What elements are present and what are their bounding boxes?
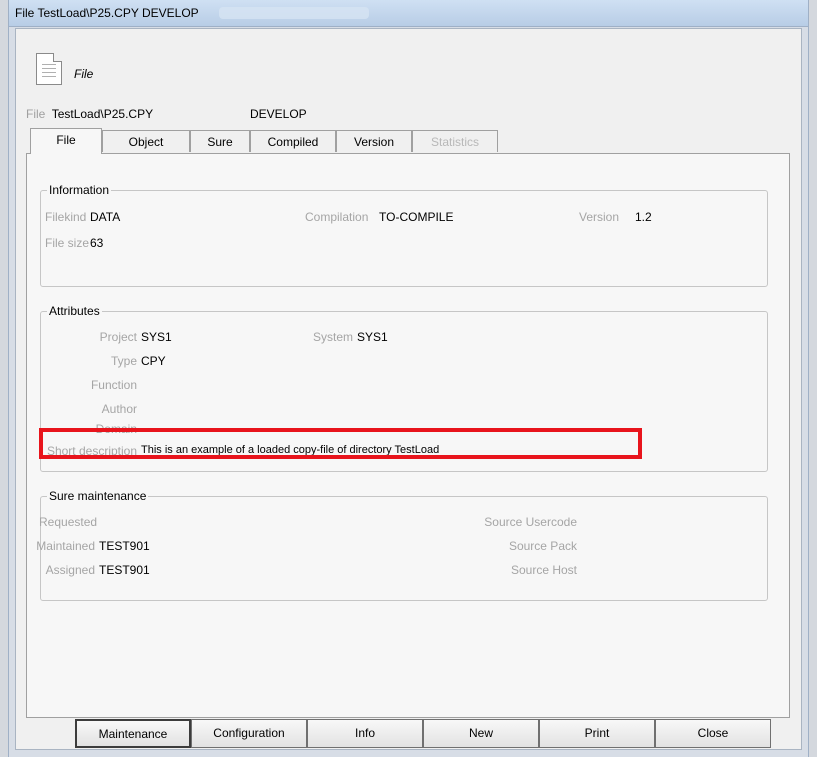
source-pack-label: Source Pack [508, 539, 577, 553]
file-path: TestLoad\P25.CPY [51, 107, 154, 121]
sure-maintenance-title: Sure maintenance [49, 489, 147, 503]
dialog-body: File File TestLoad\P25.CPY DEVELOP File … [15, 28, 802, 750]
author-label: Author [101, 402, 137, 416]
information-group: Information [40, 183, 768, 287]
system-value: SYS1 [357, 330, 388, 344]
type-value: CPY [141, 354, 166, 368]
tab-statistics: Statistics [412, 130, 498, 152]
information-title: Information [49, 183, 110, 197]
version-label: Version [579, 210, 620, 224]
filesize-label: File size [45, 236, 90, 250]
source-host-label: Source Host [510, 563, 577, 577]
info-button[interactable]: Info [307, 719, 423, 748]
compilation-label: Compilation [305, 210, 369, 224]
close-button[interactable]: Close [655, 719, 771, 748]
short-description-highlight [39, 428, 642, 459]
maintained-value: TEST901 [99, 539, 150, 553]
requested-label: Requested [39, 515, 98, 529]
file-window: File TestLoad\P25.CPY DEVELOP File File … [8, 0, 809, 757]
function-label: Function [90, 378, 137, 392]
print-button[interactable]: Print [539, 719, 655, 748]
file-path-line: File TestLoad\P25.CPY DEVELOP [26, 107, 307, 121]
title-bar[interactable]: File TestLoad\P25.CPY DEVELOP [9, 0, 808, 27]
environment-name: DEVELOP [250, 107, 307, 121]
configuration-button[interactable]: Configuration [191, 719, 307, 748]
window-title: File TestLoad\P25.CPY DEVELOP [15, 6, 199, 20]
attributes-title: Attributes [49, 304, 100, 318]
assigned-label: Assigned [45, 563, 95, 577]
new-button[interactable]: New [423, 719, 539, 748]
document-icon [36, 53, 62, 85]
tab-sure[interactable]: Sure [190, 130, 250, 152]
source-usercode-label: Source Usercode [484, 515, 577, 529]
assigned-value: TEST901 [99, 563, 150, 577]
tab-object[interactable]: Object [102, 130, 190, 152]
project-label: Project [99, 330, 137, 344]
file-label: File [26, 107, 46, 121]
title-bar-glare [219, 7, 369, 19]
version-value: 1.2 [635, 210, 652, 224]
tab-file[interactable]: File [30, 128, 102, 154]
tab-compiled[interactable]: Compiled [250, 130, 336, 152]
compilation-value: TO-COMPILE [379, 210, 454, 224]
filesize-value: 63 [90, 236, 104, 250]
filekind-value: DATA [90, 210, 121, 224]
tab-version[interactable]: Version [336, 130, 412, 152]
project-value: SYS1 [141, 330, 172, 344]
type-label: Type [110, 354, 137, 368]
maintained-label: Maintained [36, 539, 95, 553]
maintenance-button[interactable]: Maintenance [75, 719, 191, 748]
system-label: System [312, 330, 353, 344]
filekind-label: Filekind [45, 210, 87, 224]
header-label: File [74, 67, 94, 81]
